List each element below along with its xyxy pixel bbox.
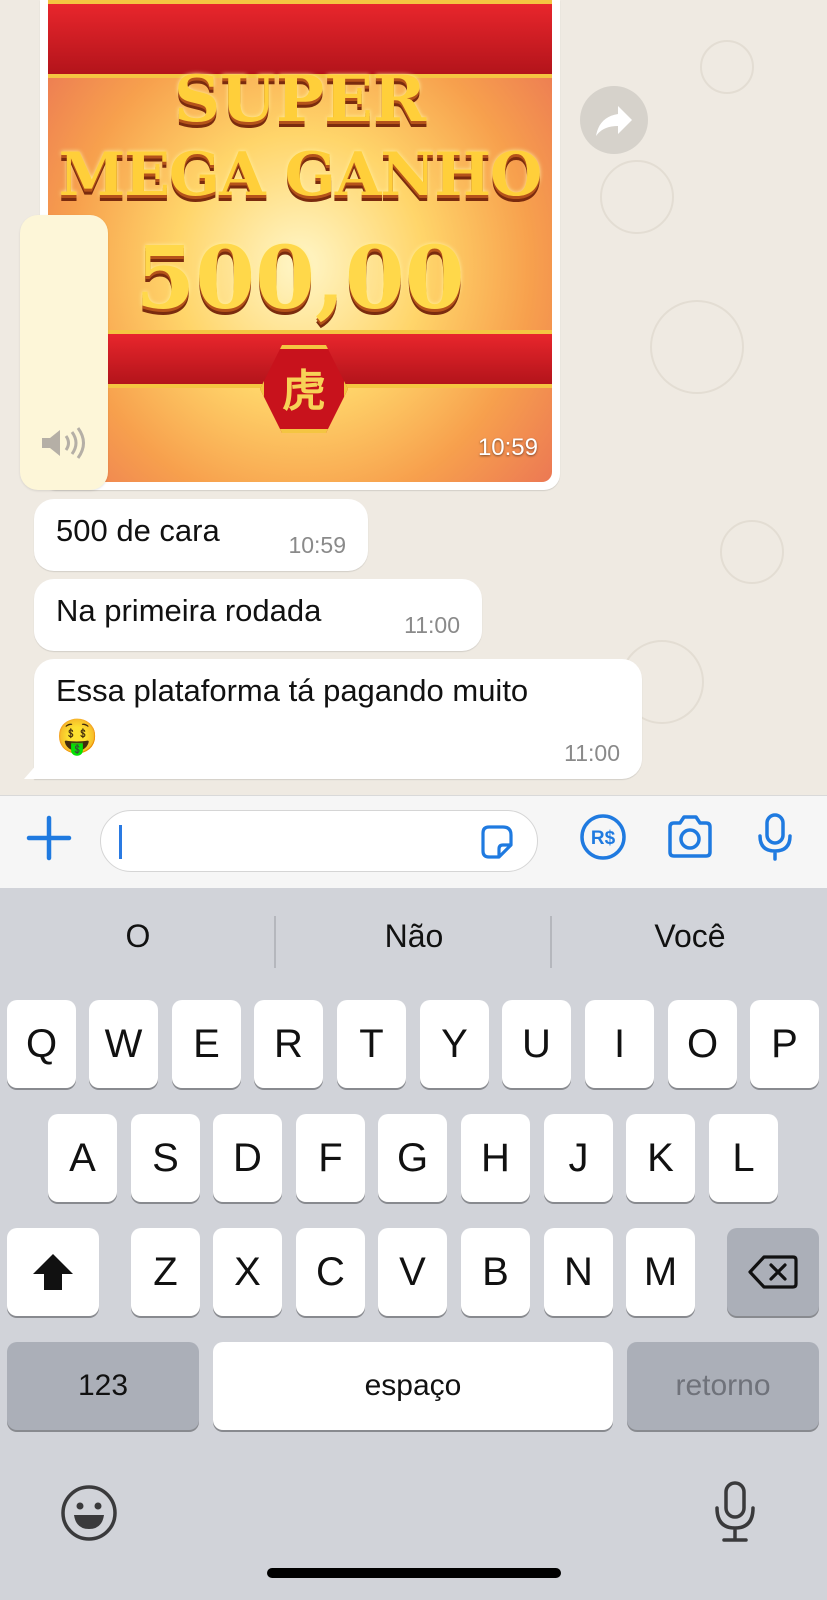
- message-text: 500 de cara: [56, 513, 220, 548]
- audio-toggle[interactable]: [20, 215, 108, 490]
- speaker-icon: [38, 426, 90, 468]
- key-f[interactable]: F: [296, 1114, 365, 1202]
- key-k[interactable]: K: [626, 1114, 695, 1202]
- sticker-icon[interactable]: [477, 823, 515, 861]
- key-h[interactable]: H: [461, 1114, 530, 1202]
- wallpaper-doodle: [650, 300, 744, 394]
- key-y[interactable]: Y: [420, 1000, 489, 1088]
- message-text: Na primeira rodada: [56, 593, 322, 628]
- wallpaper-doodle: [700, 40, 754, 94]
- key-x[interactable]: X: [213, 1228, 282, 1316]
- wallpaper-doodle: [720, 520, 784, 584]
- suggestion-2[interactable]: Não: [276, 918, 552, 955]
- key-p[interactable]: P: [750, 1000, 819, 1088]
- suggestion-1[interactable]: O: [0, 918, 276, 955]
- payment-icon[interactable]: R$: [578, 812, 628, 862]
- message-text: Essa plataforma tá pagando muito: [56, 673, 529, 708]
- key-r[interactable]: R: [254, 1000, 323, 1088]
- key-d[interactable]: D: [213, 1114, 282, 1202]
- return-key[interactable]: retorno: [627, 1342, 819, 1430]
- key-b[interactable]: B: [461, 1228, 530, 1316]
- home-indicator[interactable]: [267, 1568, 561, 1578]
- game-amount: 500,00: [135, 228, 465, 329]
- key-n[interactable]: N: [544, 1228, 613, 1316]
- image-timestamp: 10:59: [477, 434, 538, 461]
- money-face-emoji: 🤑: [56, 717, 99, 757]
- shift-icon: [33, 1254, 73, 1290]
- key-t[interactable]: T: [337, 1000, 406, 1088]
- message-bubble[interactable]: Na primeira rodada 11:00: [34, 579, 482, 651]
- key-j[interactable]: J: [544, 1114, 613, 1202]
- backspace-icon: [748, 1255, 798, 1289]
- bubble-tail: [24, 763, 38, 779]
- key-g[interactable]: G: [378, 1114, 447, 1202]
- numbers-key[interactable]: 123: [7, 1342, 199, 1430]
- svg-text:R$: R$: [591, 828, 616, 849]
- suggestion-3[interactable]: Você: [552, 918, 827, 955]
- key-a[interactable]: A: [48, 1114, 117, 1202]
- image-message[interactable]: SUPER MEGA GANHO 500,00 虎 10:59: [40, 0, 560, 490]
- dictation-icon[interactable]: [712, 1480, 758, 1544]
- forward-button[interactable]: [580, 86, 648, 154]
- tiger-emblem-char: 虎: [282, 366, 326, 417]
- message-composer: R$: [0, 795, 827, 888]
- chat-area[interactable]: SUPER MEGA GANHO 500,00 虎 10:59 500 de c…: [0, 0, 827, 795]
- key-i[interactable]: I: [585, 1000, 654, 1088]
- game-win-image[interactable]: SUPER MEGA GANHO 500,00 虎 10:59: [48, 0, 552, 482]
- emoji-keyboard-icon[interactable]: [60, 1484, 118, 1542]
- key-u[interactable]: U: [502, 1000, 571, 1088]
- space-key[interactable]: espaço: [213, 1342, 613, 1430]
- keyboard: O Não Você Q W E R T Y U I O P A S D F G…: [0, 888, 827, 1600]
- message-bubble[interactable]: Essa plataforma tá pagando muito 🤑 11:00: [24, 659, 642, 779]
- message-time: 11:00: [404, 612, 460, 638]
- plus-icon[interactable]: [25, 814, 73, 862]
- key-e[interactable]: E: [172, 1000, 241, 1088]
- backspace-key[interactable]: [727, 1228, 819, 1316]
- microphone-icon[interactable]: [750, 812, 800, 862]
- key-q[interactable]: Q: [7, 1000, 76, 1088]
- game-title-line2: MEGA GANHO: [58, 140, 542, 210]
- key-s[interactable]: S: [131, 1114, 200, 1202]
- wallpaper-doodle: [600, 160, 674, 234]
- game-title-line1: SUPER: [173, 62, 427, 137]
- key-c[interactable]: C: [296, 1228, 365, 1316]
- key-v[interactable]: V: [378, 1228, 447, 1316]
- key-z[interactable]: Z: [131, 1228, 200, 1316]
- message-bubble[interactable]: 500 de cara 10:59: [34, 499, 368, 571]
- shift-key[interactable]: [7, 1228, 99, 1316]
- message-time: 10:59: [288, 532, 346, 558]
- key-l[interactable]: L: [709, 1114, 778, 1202]
- message-time: 11:00: [564, 740, 620, 766]
- key-o[interactable]: O: [668, 1000, 737, 1088]
- camera-icon[interactable]: [665, 812, 715, 862]
- text-caret: [119, 825, 122, 859]
- key-w[interactable]: W: [89, 1000, 158, 1088]
- forward-icon: [596, 106, 632, 136]
- key-m[interactable]: M: [626, 1228, 695, 1316]
- message-input[interactable]: [100, 810, 538, 872]
